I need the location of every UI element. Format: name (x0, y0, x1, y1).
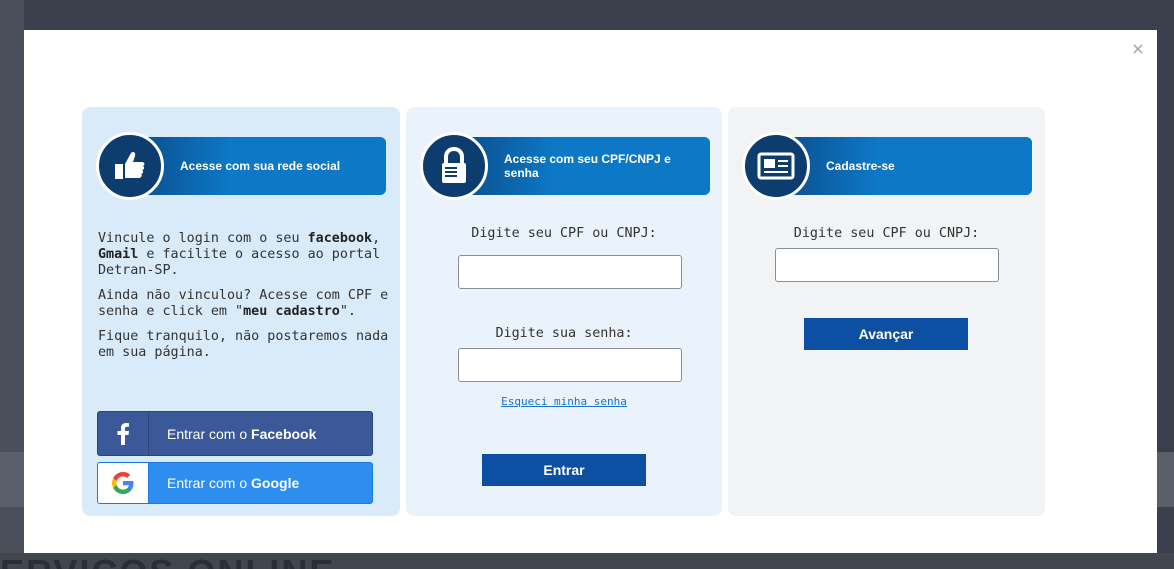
cpf-banner: Acesse com seu CPF/CNPJ e senha (420, 132, 710, 200)
forgot-password-link[interactable]: Esqueci minha senha (406, 395, 722, 408)
login-modal: × Acesse com sua rede social Vincule o l… (24, 30, 1157, 553)
thumbs-up-icon (96, 132, 164, 200)
social-login-panel: Acesse com sua rede social Vincule o log… (82, 107, 400, 516)
cpf-login-panel: Acesse com seu CPF/CNPJ e senha Digite s… (406, 107, 722, 516)
close-icon[interactable]: × (1129, 40, 1147, 58)
register-panel: Cadastre-se Digite seu CPF ou CNPJ: Avan… (728, 107, 1045, 516)
register-submit-button[interactable]: Avançar (804, 318, 968, 350)
google-login-button[interactable]: Entrar com o Google (97, 462, 373, 504)
backdrop-page-header (0, 0, 1174, 30)
google-login-label: Entrar com o Google (167, 475, 300, 491)
register-cpf-label: Digite seu CPF ou CNPJ: (793, 226, 980, 241)
cpf-banner-title: Acesse com seu CPF/CNPJ e senha (504, 152, 671, 180)
backdrop-band-right (1157, 452, 1174, 507)
facebook-icon (98, 412, 149, 455)
facebook-login-button[interactable]: Entrar com o Facebook (97, 411, 373, 456)
password-input[interactable] (458, 348, 682, 382)
id-card-icon (742, 132, 810, 200)
register-cpf-input[interactable] (775, 248, 999, 282)
login-submit-button[interactable]: Entrar (482, 454, 646, 486)
register-banner: Cadastre-se (742, 132, 1032, 200)
social-banner-title: Acesse com sua rede social (180, 159, 341, 173)
social-paragraph-3: Fique tranquilo, não postaremos nada em … (98, 329, 389, 360)
facebook-login-label: Entrar com o Facebook (167, 425, 317, 442)
backdrop-band-left (0, 452, 24, 507)
backdrop-page-footer: ERVIÇOS ONLINE (0, 553, 1174, 569)
backdrop-heading: ERVIÇOS ONLINE (0, 555, 335, 569)
social-paragraph-1: Vincule o login com o seu facebook, Gmai… (98, 231, 381, 278)
social-paragraph-2: Ainda não vinculou? Acesse com CPF e sen… (98, 288, 389, 319)
register-banner-title: Cadastre-se (826, 159, 895, 173)
social-banner: Acesse com sua rede social (96, 132, 386, 200)
cpf-field-label: Digite seu CPF ou CNPJ: (471, 226, 657, 241)
lock-icon (420, 132, 488, 200)
password-field-label: Digite sua senha: (495, 326, 633, 341)
social-description: Vincule o login com o seu facebook, Gmai… (98, 231, 390, 370)
google-icon (98, 463, 149, 503)
cpf-input[interactable] (458, 255, 682, 289)
